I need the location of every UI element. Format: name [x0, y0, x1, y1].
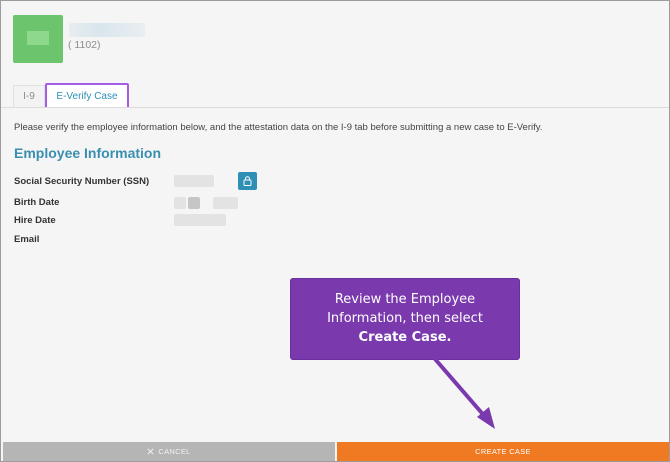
birth-date-redacted-1 — [174, 197, 186, 209]
close-icon — [147, 447, 154, 455]
hire-date-redacted — [174, 214, 226, 226]
instructions-text: Please verify the employee information b… — [14, 122, 543, 133]
callout-line-3: Create Case. — [358, 330, 452, 345]
instruction-callout: Review the Employee Information, then se… — [291, 279, 519, 359]
hire-date-label: Hire Date — [14, 215, 56, 226]
everify-case-panel: ( 1102) I-9 E-Verify Case Please verify … — [0, 0, 670, 462]
callout-text: Review the Employee Information, then se… — [305, 290, 505, 347]
create-case-button[interactable]: CREATE CASE — [337, 442, 669, 461]
tab-i9[interactable]: I-9 — [13, 85, 45, 107]
lock-icon — [243, 176, 252, 186]
callout-line-2: Information, then select — [327, 311, 483, 326]
birth-date-label: Birth Date — [14, 197, 60, 208]
tab-everify-case[interactable]: E-Verify Case — [45, 83, 129, 109]
birth-date-redacted-3 — [213, 197, 238, 209]
section-title: Employee Information — [14, 145, 162, 161]
avatar — [13, 15, 63, 63]
birth-date-redacted-2 — [188, 197, 200, 209]
employee-id: ( 1102) — [68, 39, 101, 51]
footer-actions: CANCEL CREATE CASE — [1, 441, 669, 461]
employee-name-redacted — [69, 23, 145, 37]
cancel-button[interactable]: CANCEL — [3, 442, 335, 461]
callout-arrow — [433, 357, 495, 429]
cancel-label: CANCEL — [158, 446, 191, 456]
email-label: Email — [14, 234, 40, 245]
main-content: Please verify the employee information b… — [1, 108, 669, 441]
ssn-label: Social Security Number (SSN) — [14, 176, 150, 187]
employee-header: ( 1102) — [1, 1, 669, 85]
ssn-value-redacted — [174, 175, 214, 187]
create-case-label: CREATE CASE — [475, 447, 531, 456]
ssn-unlock-button[interactable] — [238, 172, 257, 190]
callout-line-1: Review the Employee — [334, 292, 476, 307]
